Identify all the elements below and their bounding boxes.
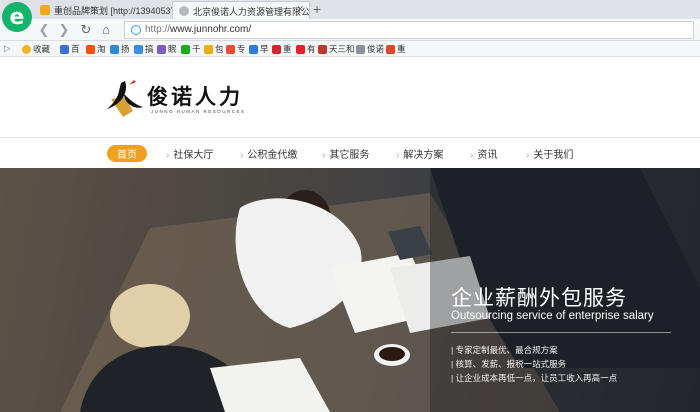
logo-english-text: JUNNO HUMAN RESOURCES [151,109,246,114]
nav-item-news[interactable]: 资讯 [470,146,497,161]
main-nav: 首页 社保大厅 公积金代缴 其它服务 解决方案 资讯 关于我们 [0,137,700,168]
site-icon [272,44,281,54]
nav-item-about[interactable]: 关于我们 [526,146,573,161]
hero-subtitle: Outsourcing service of enterprise salary [451,310,654,322]
tab-favicon-icon [179,6,189,16]
site-header: 俊诺人力 JUNNO HUMAN RESOURCES [0,57,700,137]
favorites-item[interactable]: 早 [249,43,269,55]
site-icon [249,44,258,54]
nav-item-home[interactable]: 首页 [107,145,147,162]
favorites-item[interactable]: 眠 [157,43,177,55]
new-tab-button[interactable]: + [313,1,321,17]
browser-tab-strip: e 重创品牌策划 [http://139405373.b2b.hc 北京俊诺人力… [0,0,700,32]
address-bar[interactable]: http://www.junnohr.com/ [124,21,694,39]
page-icon [356,44,365,54]
favorites-item[interactable]: 收藏 [22,43,50,55]
forward-arrow-icon[interactable]: ❯ [56,22,72,38]
site-logo[interactable]: 俊诺人力 JUNNO HUMAN RESOURCES [105,77,255,119]
nav-item-social-security[interactable]: 社保大厅 [166,146,213,161]
favorites-item[interactable]: 淘 [86,43,106,55]
nav-item-solutions[interactable]: 解决方案 [396,146,443,161]
back-arrow-icon[interactable]: ❮ [36,22,52,38]
favorites-item[interactable]: 专 [226,43,246,55]
site-icon [296,44,305,54]
favorites-item[interactable]: 搞 [134,43,154,55]
browser-logo-glyph: e [9,4,25,30]
home-icon[interactable]: ⌂ [98,22,114,38]
hero-banner[interactable]: 企业薪酬外包服务 Outsourcing service of enterpri… [0,168,700,412]
url-protocol: http:// [145,24,171,35]
site-icon [204,44,213,54]
site-security-icon [131,25,141,35]
site-icon [134,44,143,54]
favorites-item[interactable]: 天三和 [318,43,355,55]
tab-close-icon[interactable]: ✕ [296,4,304,15]
hero-title: 企业薪酬外包服务 [451,287,627,310]
baidu-icon [60,44,69,54]
star-icon [22,44,31,54]
site-icon [181,44,190,54]
favorites-item[interactable]: 百 [60,43,80,55]
hero-point: | 专家定制最优、最合规方案 [451,345,558,355]
favorites-item[interactable]: 有 [296,43,316,55]
hero-point: | 核算、发薪、报税一站式服务 [451,359,567,369]
hero-divider [451,332,671,333]
tab-title: 重创品牌策划 [http://139405373.b2b.hc [54,6,172,16]
hero-point: | 让企业成本再低一点，让员工收入再高一点 [451,373,618,383]
logo-chinese-text: 俊诺人力 [147,84,243,109]
taobao-icon [86,44,95,54]
tab-favicon-icon [40,5,50,15]
url-host: www.junnohr.com/ [170,24,252,35]
refresh-icon[interactable]: ↻ [78,22,94,38]
tab-active[interactable]: 北京俊诺人力资源管理有限公司 ✕ [172,1,310,19]
favorites-item[interactable]: 重 [272,43,292,55]
favorites-item[interactable]: 重 [386,43,406,55]
favorites-item[interactable]: 俊诺 [356,43,384,55]
site-icon [226,44,235,54]
favorites-item[interactable]: 扬 [110,43,130,55]
favorites-item[interactable]: 包 [204,43,224,55]
nav-item-other-services[interactable]: 其它服务 [322,146,369,161]
favorites-bar: ▷ 收藏 百 淘 扬 搞 眠 千 包 专 早 重 有 天三和 俊诺 重 [0,41,700,57]
site-icon [386,44,395,54]
browser-logo-icon[interactable]: e [2,2,32,32]
tab-inactive[interactable]: 重创品牌策划 [http://139405373.b2b.hc [34,1,172,19]
browser-nav-bar: ❮ ❯ ↻ ⌂ http://www.junnohr.com/ [0,19,700,41]
favorites-toggle-icon[interactable]: ▷ [4,43,11,54]
nav-item-housing-fund[interactable]: 公积金代缴 [240,146,297,161]
favorites-item[interactable]: 千 [181,43,201,55]
site-icon [318,44,327,54]
tab-title: 北京俊诺人力资源管理有限公司 [193,7,310,17]
site-icon [157,44,166,54]
site-icon [110,44,119,54]
logo-mark-icon [107,80,143,117]
